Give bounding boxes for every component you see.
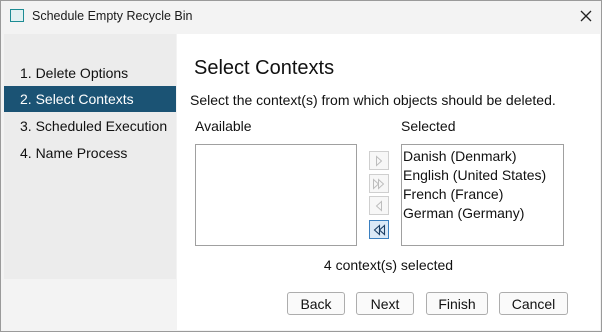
title-bar: Schedule Empty Recycle Bin bbox=[1, 1, 601, 32]
main-panel: Select Contexts Select the context(s) fr… bbox=[177, 34, 600, 330]
step-name-process[interactable]: 4. Name Process bbox=[4, 140, 176, 166]
cancel-button[interactable]: Cancel bbox=[499, 292, 568, 315]
move-all-right-icon bbox=[373, 177, 385, 190]
list-item[interactable]: Danish (Denmark) bbox=[402, 147, 563, 166]
list-item[interactable]: German (Germany) bbox=[402, 204, 563, 223]
wizard-steps: 1. Delete Options 2. Select Contexts 3. … bbox=[4, 34, 176, 279]
list-item[interactable]: French (France) bbox=[402, 185, 563, 204]
page-title: Select Contexts bbox=[194, 57, 335, 79]
close-button[interactable] bbox=[572, 4, 600, 28]
dialog-window: Schedule Empty Recycle Bin 1. Delete Opt… bbox=[0, 0, 602, 332]
move-right-button[interactable] bbox=[369, 151, 389, 170]
move-left-button[interactable] bbox=[369, 196, 389, 215]
available-list[interactable] bbox=[195, 144, 357, 246]
move-all-right-button[interactable] bbox=[369, 174, 389, 193]
step-scheduled-execution[interactable]: 3. Scheduled Execution bbox=[4, 113, 176, 139]
move-left-icon bbox=[375, 199, 382, 212]
selection-count: 4 context(s) selected bbox=[323, 257, 454, 273]
step-select-contexts[interactable]: 2. Select Contexts bbox=[4, 86, 176, 112]
available-label: Available bbox=[195, 118, 252, 134]
list-item[interactable]: English (United States) bbox=[402, 166, 563, 185]
close-icon bbox=[580, 10, 592, 22]
back-button[interactable]: Back bbox=[287, 292, 345, 315]
move-all-left-button[interactable] bbox=[369, 220, 389, 239]
selected-list[interactable]: Danish (Denmark) English (United States) F… bbox=[401, 144, 564, 246]
step-delete-options[interactable]: 1. Delete Options bbox=[4, 60, 176, 86]
instruction-text: Select the context(s) from which objects… bbox=[190, 92, 556, 108]
finish-button[interactable]: Finish bbox=[426, 292, 488, 315]
move-all-left-icon bbox=[373, 223, 386, 236]
window-title: Schedule Empty Recycle Bin bbox=[32, 9, 193, 23]
move-right-icon bbox=[376, 154, 383, 167]
selected-label: Selected bbox=[401, 118, 456, 134]
app-icon bbox=[10, 9, 24, 22]
next-button[interactable]: Next bbox=[356, 292, 414, 315]
